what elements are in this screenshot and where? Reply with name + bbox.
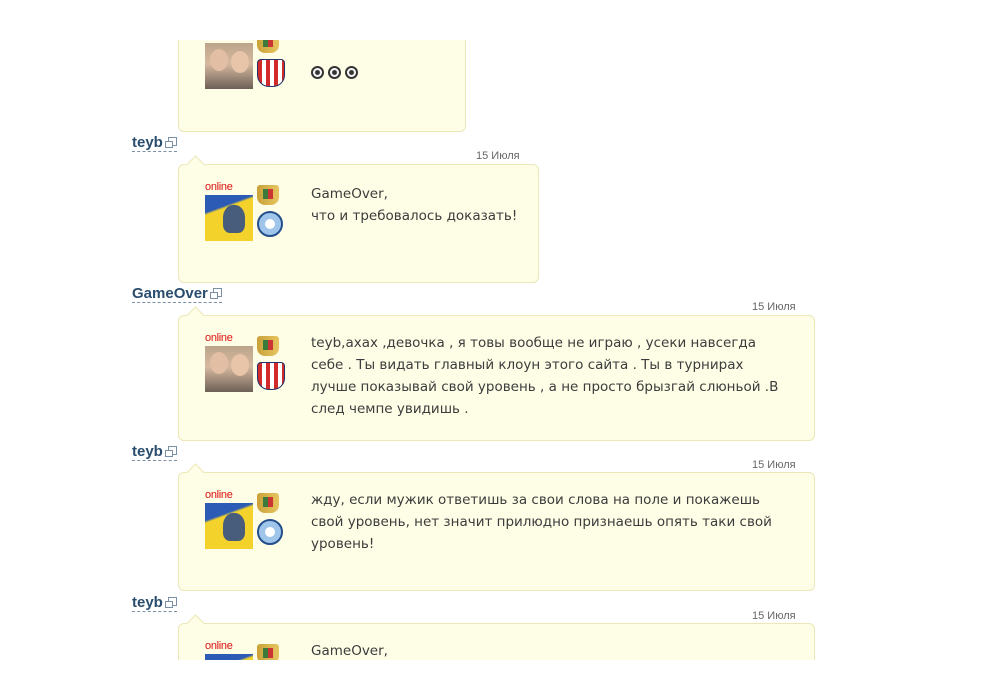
avatar[interactable] xyxy=(205,40,285,95)
comments-viewport: teyb 15 Июля online GameOver, что и треб… xyxy=(0,40,1000,660)
rank-badge-icon xyxy=(257,644,279,660)
bubble-notch xyxy=(186,463,205,482)
online-status: online xyxy=(205,332,233,344)
avatar[interactable]: online xyxy=(205,640,285,660)
user-photo xyxy=(205,503,253,549)
club-crest-icon xyxy=(257,519,283,545)
comment-text: GameOver, что и требовалось доказать! xyxy=(311,186,518,224)
comment-date: 15 Июля xyxy=(752,610,796,622)
comment-text: GameOver, xyxy=(311,643,388,659)
author-link[interactable]: GameOver xyxy=(132,285,208,302)
online-status: online xyxy=(205,640,233,652)
author-link[interactable]: teyb xyxy=(132,443,163,460)
comment-author[interactable]: GameOver xyxy=(132,285,222,303)
avatar[interactable]: online xyxy=(205,181,285,247)
avatar[interactable]: online xyxy=(205,489,285,555)
comment-text xyxy=(311,40,362,83)
profile-link-icon[interactable] xyxy=(164,137,177,148)
rank-badge-icon xyxy=(257,40,279,53)
user-photo xyxy=(205,346,253,392)
bubble-notch xyxy=(186,306,205,325)
club-crest-icon xyxy=(257,59,285,87)
author-link[interactable]: teyb xyxy=(132,594,163,611)
comment-bubble: online teyb,ахах ,девочка , я товы вообщ… xyxy=(178,306,815,441)
comment-author[interactable]: teyb xyxy=(132,594,177,612)
rank-badge-icon xyxy=(257,336,279,356)
avatar[interactable]: online xyxy=(205,332,285,398)
rank-badge-icon xyxy=(257,493,279,513)
bubble-notch xyxy=(186,614,205,633)
profile-link-icon[interactable] xyxy=(164,597,177,608)
comment-text: жду, если мужик ответишь за свои слова н… xyxy=(311,492,772,552)
user-photo xyxy=(205,195,253,241)
comment-bubble: online GameOver, xyxy=(178,614,815,660)
comment-date: 15 Июля xyxy=(476,150,520,162)
profile-link-icon[interactable] xyxy=(164,446,177,457)
comment-text: teyb,ахах ,девочка , я товы вообще не иг… xyxy=(311,335,779,417)
online-status: online xyxy=(205,489,233,501)
comment-author[interactable]: teyb xyxy=(132,443,177,461)
comment-date: 15 Июля xyxy=(752,459,796,471)
online-status: online xyxy=(205,181,233,193)
profile-link-icon[interactable] xyxy=(209,288,222,299)
rank-badge-icon xyxy=(257,185,279,205)
comment-bubble: online GameOver, что и требовалось доказ… xyxy=(178,155,539,283)
soccer-ball-icon xyxy=(311,65,324,79)
soccer-ball-icon xyxy=(328,65,341,79)
author-link[interactable]: teyb xyxy=(132,134,163,151)
comment-bubble xyxy=(178,40,466,132)
comment-bubble: online жду, если мужик ответишь за свои … xyxy=(178,463,815,591)
comment-author[interactable]: teyb xyxy=(132,134,177,152)
club-crest-icon xyxy=(257,211,283,237)
user-photo xyxy=(205,654,253,660)
soccer-ball-icon xyxy=(345,65,358,79)
comment-date: 15 Июля xyxy=(752,301,796,313)
user-photo xyxy=(205,43,253,89)
club-crest-icon xyxy=(257,362,285,390)
bubble-notch xyxy=(186,155,205,174)
